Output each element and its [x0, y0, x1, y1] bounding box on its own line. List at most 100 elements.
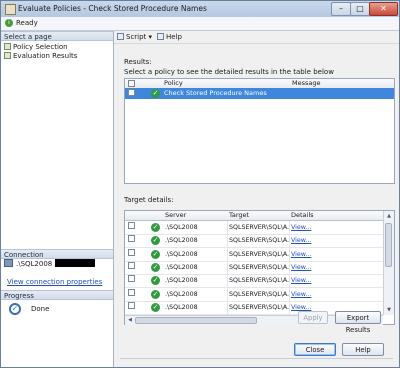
button-divider	[120, 358, 393, 359]
page-icon	[4, 52, 11, 59]
col-server[interactable]: Server	[165, 211, 186, 220]
server-cell: .\SQL2008	[165, 247, 228, 261]
row-checkbox[interactable]	[128, 301, 135, 309]
vertical-scroll-thumb[interactable]	[385, 223, 392, 267]
row-checkbox[interactable]	[128, 261, 135, 269]
connection-row: .\SQL2008	[4, 259, 96, 268]
help-button[interactable]: Help	[342, 343, 384, 356]
help-icon	[157, 33, 164, 40]
target-cell: SQLSERVER\SQL\A...	[229, 234, 290, 248]
dropdown-arrow-icon: ▾	[148, 33, 153, 41]
page-label: Evaluation Results	[13, 52, 78, 60]
success-check-icon: ✓	[151, 249, 160, 259]
policy-name: Check Stored Procedure Names	[164, 89, 267, 97]
page-policy-selection[interactable]: Policy Selection	[4, 43, 68, 52]
server-icon	[4, 259, 13, 267]
select-page-header: Select a page	[1, 31, 113, 41]
page-label: Policy Selection	[13, 43, 68, 51]
status-text: Ready	[16, 19, 38, 27]
close-button[interactable]: Close	[294, 343, 336, 356]
row-checkbox[interactable]	[128, 275, 135, 283]
view-details-link[interactable]: View...	[291, 234, 311, 247]
col-policy[interactable]: Policy	[164, 79, 183, 88]
server-cell: .\SQL2008	[165, 234, 228, 248]
minimize-button[interactable]: –	[331, 2, 351, 16]
horizontal-scroll-thumb[interactable]	[135, 317, 257, 324]
target-cell: SQLSERVER\SQL\A...	[229, 274, 290, 288]
export-results-button[interactable]: Export Results	[335, 311, 381, 334]
server-name: .\SQL2008	[16, 260, 53, 268]
success-check-icon: ✓	[151, 262, 160, 272]
target-cell: SQLSERVER\SQL\A...	[229, 221, 290, 234]
view-details-link[interactable]: View...	[291, 221, 311, 234]
progress-status: Done	[31, 305, 50, 313]
script-label: Script	[126, 33, 147, 41]
status-bar: i Ready	[1, 17, 399, 31]
evaluate-policies-window: Evaluate Policies - Check Stored Procedu…	[0, 0, 400, 368]
results-label: Results:	[124, 58, 152, 66]
results-row-selected[interactable]: ✓ Check Stored Procedure Names	[125, 88, 394, 99]
select-all-checkbox[interactable]	[128, 80, 135, 87]
app-icon	[5, 4, 16, 15]
success-check-icon: ✓	[151, 223, 160, 232]
view-details-link[interactable]: View...	[291, 261, 311, 274]
results-grid[interactable]: Policy Message ✓ Check Stored Procedure …	[124, 78, 395, 184]
page-evaluation-results[interactable]: Evaluation Results	[4, 52, 77, 61]
target-row[interactable]: ✓ .\SQL2008 SQLSERVER\SQL\A... View...	[125, 234, 383, 249]
target-cell: SQLSERVER\SQL\A...	[229, 287, 290, 301]
col-details[interactable]: Details	[291, 211, 314, 220]
scroll-up-icon[interactable]: ▲	[385, 212, 393, 220]
success-check-icon: ✓	[151, 276, 160, 286]
view-details-link[interactable]: View...	[291, 274, 311, 287]
view-connection-properties-link[interactable]: View connection properties	[7, 278, 102, 286]
target-cell: SQLSERVER\SQL\A...	[229, 300, 290, 314]
row-checkbox[interactable]	[128, 288, 135, 296]
server-cell: .\SQL2008	[165, 221, 228, 234]
help-label: Help	[166, 33, 182, 41]
script-button[interactable]: Script ▾	[117, 33, 152, 41]
target-row[interactable]: ✓ .\SQL2008 SQLSERVER\SQL\A... View...	[125, 221, 383, 235]
target-row[interactable]: ✓ .\SQL2008 SQLSERVER\SQL\A... View...	[125, 287, 383, 302]
main-panel: Script ▾ Help Results: Select a policy t…	[114, 31, 399, 367]
target-cell: SQLSERVER\SQL\A...	[229, 247, 290, 261]
row-checkbox[interactable]	[128, 222, 135, 229]
toolbar: Script ▾ Help	[114, 31, 399, 44]
view-details-link[interactable]: View...	[291, 248, 311, 261]
server-cell: .\SQL2008	[165, 287, 228, 301]
success-check-icon: ✓	[151, 236, 160, 246]
col-target[interactable]: Target	[229, 211, 249, 220]
scroll-down-icon[interactable]: ▼	[385, 306, 393, 314]
target-cell: SQLSERVER\SQL\A...	[229, 260, 290, 274]
target-details-label: Target details:	[124, 196, 174, 204]
left-panel: Select a page Policy Selection Evaluatio…	[1, 31, 114, 367]
script-icon	[117, 33, 124, 40]
target-details-grid[interactable]: Server Target Details ✓ .\SQL2008 SQLSERVE…	[124, 210, 395, 325]
done-icon: ✓	[9, 303, 21, 315]
target-row[interactable]: ✓ .\SQL2008 SQLSERVER\SQL\A... View...	[125, 260, 383, 275]
maximize-button[interactable]: □	[350, 2, 370, 16]
ready-icon: i	[5, 19, 13, 27]
title-bar[interactable]: Evaluate Policies - Check Stored Procedu…	[1, 1, 399, 18]
success-check-icon: ✓	[151, 289, 160, 299]
help-toolbar-button[interactable]: Help	[157, 33, 182, 41]
close-window-button[interactable]: ✕	[369, 2, 398, 16]
vertical-scrollbar[interactable]: ▲ ▼	[383, 211, 394, 315]
col-message[interactable]: Message	[292, 79, 321, 88]
view-details-link[interactable]: View...	[291, 288, 311, 301]
progress-header: Progress	[1, 290, 113, 300]
target-row[interactable]: ✓ .\SQL2008 SQLSERVER\SQL\A... View...	[125, 247, 383, 262]
target-grid-header: Server Target Details	[125, 211, 383, 221]
server-cell: .\SQL2008	[165, 300, 228, 314]
window-title: Evaluate Policies - Check Stored Procedu…	[18, 4, 207, 13]
scroll-left-icon[interactable]: ◀	[126, 316, 134, 325]
row-checkbox[interactable]	[128, 89, 135, 96]
redacted-block	[55, 259, 96, 267]
row-checkbox[interactable]	[128, 235, 135, 243]
server-cell: .\SQL2008	[165, 274, 228, 288]
server-cell: .\SQL2008	[165, 260, 228, 274]
connection-header: Connection	[1, 249, 113, 259]
apply-button[interactable]: Apply	[298, 311, 328, 324]
target-row[interactable]: ✓ .\SQL2008 SQLSERVER\SQL\A... View...	[125, 274, 383, 289]
results-instruction: Select a policy to see the detailed resu…	[124, 68, 334, 76]
row-checkbox[interactable]	[128, 248, 135, 256]
